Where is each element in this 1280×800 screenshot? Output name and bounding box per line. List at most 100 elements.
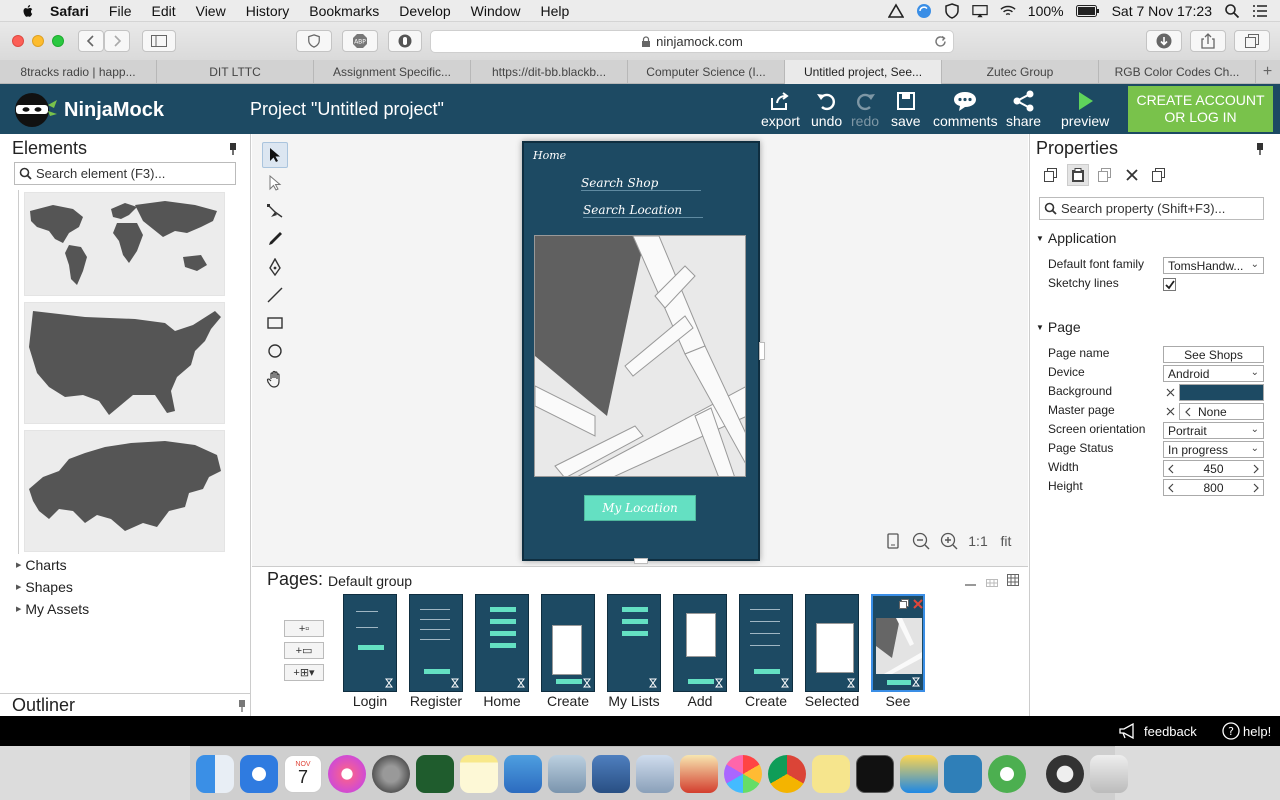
- resize-handle-right[interactable]: [759, 342, 765, 360]
- clock[interactable]: Sat 7 Nov 17:23: [1112, 3, 1212, 19]
- page-name-input[interactable]: See Shops: [1163, 346, 1264, 363]
- rectangle-tool[interactable]: [262, 310, 288, 336]
- page-label-register[interactable]: Register: [401, 693, 471, 709]
- popcorn-time-icon[interactable]: [680, 754, 718, 793]
- new-tab-button[interactable]: +: [1256, 60, 1279, 84]
- height-stepper[interactable]: 800: [1163, 479, 1264, 496]
- search-location-field[interactable]: Search Location: [583, 203, 682, 217]
- finder-icon[interactable]: [196, 754, 234, 793]
- shield-icon[interactable]: [944, 3, 960, 19]
- save-button[interactable]: save: [891, 89, 921, 129]
- comments-button[interactable]: comments: [933, 89, 998, 129]
- create-account-button[interactable]: CREATE ACCOUNT OR LOG IN: [1128, 86, 1273, 132]
- tree-shapes[interactable]: ▶ Shapes: [16, 579, 73, 595]
- privacy-button[interactable]: [296, 30, 332, 52]
- close-window-button[interactable]: [12, 35, 24, 47]
- minimize-panel-icon[interactable]: [965, 584, 976, 586]
- ellipse-tool[interactable]: [262, 338, 288, 364]
- export-button[interactable]: export: [761, 89, 800, 129]
- delete-button[interactable]: [1121, 164, 1143, 186]
- battery-icon[interactable]: [1075, 5, 1100, 17]
- tree-my-assets[interactable]: ▶ My Assets: [16, 601, 89, 617]
- page-thumb-my-lists[interactable]: [607, 594, 661, 692]
- notes-icon[interactable]: [460, 754, 498, 793]
- line-tool[interactable]: [262, 282, 288, 308]
- safari-icon[interactable]: [240, 754, 278, 793]
- browser-tab[interactable]: Zutec Group: [942, 60, 1099, 84]
- sourcetree-icon[interactable]: [944, 754, 982, 793]
- list-view-icon[interactable]: [986, 579, 998, 587]
- preview-button[interactable]: preview: [1061, 89, 1109, 129]
- reload-icon[interactable]: [934, 35, 947, 48]
- chevron-right-icon[interactable]: [1252, 464, 1260, 474]
- browser-tab[interactable]: Assignment Specific...: [314, 60, 471, 84]
- page-label-home[interactable]: Home: [467, 693, 537, 709]
- browser-tab-active[interactable]: Untitled project, See...: [785, 60, 942, 84]
- menu-develop[interactable]: Develop: [399, 3, 450, 19]
- page-thumb-create[interactable]: [541, 594, 595, 692]
- page-thumb-login[interactable]: [343, 594, 397, 692]
- pin-icon[interactable]: [238, 700, 246, 712]
- utorrent-icon[interactable]: [988, 754, 1026, 793]
- waves-app-icon[interactable]: [900, 754, 938, 793]
- sync-icon[interactable]: [916, 3, 932, 19]
- page-label-see[interactable]: See: [863, 693, 933, 709]
- spotlight-icon[interactable]: [1224, 3, 1240, 19]
- map-image[interactable]: [534, 235, 746, 477]
- delete-page-icon[interactable]: [913, 599, 923, 609]
- device-frame-button[interactable]: [882, 530, 904, 552]
- add-page-button[interactable]: +▫: [284, 620, 324, 637]
- page-label-add[interactable]: Add: [665, 693, 735, 709]
- calendar-icon[interactable]: NOV 7: [284, 754, 322, 793]
- ninjamock-logo[interactable]: NinjaMock: [10, 91, 164, 129]
- zoom-window-button[interactable]: [52, 35, 64, 47]
- feedback-button[interactable]: feedback: [1118, 723, 1197, 739]
- page-label-create-2[interactable]: Create: [731, 693, 801, 709]
- property-search-input[interactable]: Search property (Shift+F3)...: [1039, 197, 1264, 220]
- zoom-actual-size-button[interactable]: 1:1: [966, 530, 990, 552]
- chevron-right-icon[interactable]: [1252, 483, 1260, 493]
- copy-button[interactable]: [1040, 164, 1062, 186]
- address-bar[interactable]: ninjamock.com: [430, 30, 954, 53]
- menu-safari[interactable]: Safari: [50, 3, 89, 19]
- page-thumb-see-shops-active[interactable]: [871, 594, 925, 692]
- sketchy-lines-checkbox[interactable]: [1163, 278, 1176, 291]
- tab-overview-button[interactable]: [1234, 30, 1270, 52]
- menu-help[interactable]: Help: [540, 3, 569, 19]
- page-label-my-lists[interactable]: My Lists: [599, 693, 669, 709]
- help-button[interactable]: ? help!: [1222, 722, 1271, 740]
- terminal-icon[interactable]: [856, 754, 894, 793]
- add-landscape-page-button[interactable]: +▭: [284, 642, 324, 659]
- pencil-tool[interactable]: [262, 226, 288, 252]
- system-preferences-icon[interactable]: [372, 754, 410, 793]
- zoom-in-button[interactable]: [938, 530, 960, 552]
- tree-charts[interactable]: ▶ Charts: [16, 557, 67, 573]
- wunderlist-icon[interactable]: [504, 754, 542, 793]
- path-tool[interactable]: [262, 198, 288, 224]
- chevron-left-icon[interactable]: [1167, 464, 1175, 474]
- downloads-button[interactable]: [1146, 30, 1182, 52]
- photos-icon[interactable]: [724, 754, 762, 793]
- link-app-icon[interactable]: [1046, 754, 1084, 793]
- redo-button[interactable]: redo: [851, 89, 879, 129]
- background-color-swatch[interactable]: [1179, 384, 1264, 401]
- clear-background-icon[interactable]: [1166, 388, 1175, 397]
- world-map-element[interactable]: [24, 192, 225, 296]
- resize-handle-bottom[interactable]: [634, 558, 648, 564]
- menu-file[interactable]: File: [109, 3, 132, 19]
- search-shop-field[interactable]: Search Shop: [581, 176, 658, 190]
- page-thumb-home[interactable]: [475, 594, 529, 692]
- device-select[interactable]: Android ⌄: [1163, 365, 1264, 382]
- browser-tab[interactable]: https://dit-bb.blackb...: [471, 60, 628, 84]
- width-stepper[interactable]: 450: [1163, 460, 1264, 477]
- application-section-toggle[interactable]: ▼ Application: [1036, 230, 1116, 246]
- my-location-button[interactable]: My Location: [584, 495, 696, 521]
- duplicate-button[interactable]: [1148, 164, 1170, 186]
- share-button[interactable]: [1190, 30, 1226, 52]
- share-button-app[interactable]: share: [1006, 89, 1041, 129]
- menu-edit[interactable]: Edit: [151, 3, 175, 19]
- pin-icon[interactable]: [229, 143, 237, 155]
- page-section-toggle[interactable]: ▼ Page: [1036, 319, 1081, 335]
- usa-map-element[interactable]: [24, 302, 225, 424]
- master-page-select[interactable]: None: [1179, 403, 1264, 420]
